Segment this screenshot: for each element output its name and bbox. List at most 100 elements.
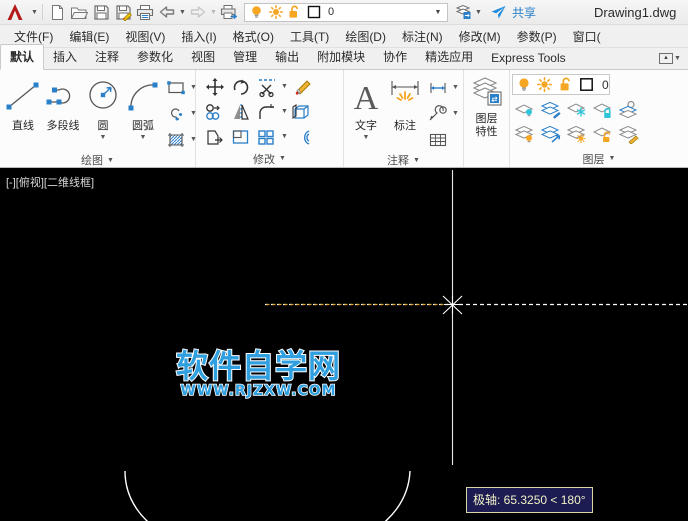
- tab-view[interactable]: 视图: [182, 45, 224, 69]
- array-grid-icon[interactable]: [254, 125, 280, 149]
- leader-dropdown-caret[interactable]: ▼: [451, 110, 460, 117]
- menu-format[interactable]: 格式(O): [225, 26, 282, 47]
- plot-preview-button[interactable]: [218, 1, 240, 23]
- array-dropdown-caret[interactable]: ▼: [280, 133, 289, 140]
- menu-window[interactable]: 窗口(: [565, 26, 609, 47]
- circle-dropdown-caret[interactable]: ▼: [100, 134, 107, 141]
- menu-edit[interactable]: 编辑(E): [61, 26, 117, 47]
- layer-isolate-icon[interactable]: [538, 97, 564, 121]
- hatch-tool[interactable]: [163, 128, 189, 152]
- circle-tool[interactable]: 圆 ▼: [83, 74, 123, 141]
- menu-insert[interactable]: 插入(I): [173, 26, 224, 47]
- text-tool[interactable]: A 文字 ▼: [347, 74, 385, 141]
- sun-freeze-icon[interactable]: [266, 4, 285, 21]
- layer-dropdown-caret[interactable]: ▼: [474, 1, 483, 23]
- autocad-a-icon[interactable]: [0, 3, 30, 21]
- layer-unlock-icon[interactable]: [590, 121, 616, 145]
- layer-off-icon[interactable]: [512, 97, 538, 121]
- open-folder-button[interactable]: [68, 1, 90, 23]
- layer-properties-button[interactable]: [452, 1, 474, 23]
- panel-annotation-title[interactable]: 注释 ▼: [344, 152, 463, 168]
- layer-lock-icon[interactable]: [590, 97, 616, 121]
- menu-parametric[interactable]: 参数(P): [509, 26, 565, 47]
- explode-box-icon[interactable]: [289, 100, 315, 124]
- tab-addins[interactable]: 附加模块: [308, 45, 374, 69]
- polyline-tool[interactable]: 多段线: [43, 74, 83, 133]
- move-arrows-icon[interactable]: [202, 75, 228, 99]
- tab-featured-apps[interactable]: 精选应用: [416, 45, 482, 69]
- redo-dropdown-caret[interactable]: ▼: [209, 1, 218, 23]
- dim-style-icon[interactable]: [425, 76, 451, 100]
- new-file-button[interactable]: [46, 1, 68, 23]
- rotate-icon[interactable]: [228, 75, 254, 99]
- tab-collaborate[interactable]: 协作: [374, 45, 416, 69]
- menu-draw[interactable]: 绘图(D): [337, 26, 394, 47]
- minimize-ribbon-caret[interactable]: ▼: [673, 47, 682, 69]
- menu-tools[interactable]: 工具(T): [282, 26, 337, 47]
- panel-modify-title[interactable]: 修改 ▼: [196, 150, 343, 167]
- layer-thaw-all-icon[interactable]: [564, 121, 590, 145]
- text-dropdown-caret[interactable]: ▼: [363, 134, 370, 141]
- save-button[interactable]: [90, 1, 112, 23]
- tab-parametric[interactable]: 参数化: [128, 45, 182, 69]
- layer-unisolate-icon[interactable]: [538, 121, 564, 145]
- layer-turn-all-on-icon[interactable]: [512, 121, 538, 145]
- layer-make-current-icon[interactable]: [616, 97, 642, 121]
- redo-arrow-button[interactable]: [187, 1, 209, 23]
- layer-match-icon[interactable]: [616, 121, 642, 145]
- minimize-ribbon-icon[interactable]: ▲: [659, 53, 673, 64]
- tab-output[interactable]: 输出: [266, 45, 308, 69]
- undo-dropdown-caret[interactable]: ▼: [178, 1, 187, 23]
- table-icon[interactable]: [425, 128, 451, 152]
- panel-annotation-caret[interactable]: ▼: [413, 157, 420, 164]
- line-tool[interactable]: 直线: [3, 74, 43, 133]
- color-swatch-icon[interactable]: [304, 4, 323, 21]
- leader-icon[interactable]: [425, 102, 451, 126]
- revision-cloud-tool[interactable]: [163, 102, 189, 126]
- undo-arrow-button[interactable]: [156, 1, 178, 23]
- stretch-icon[interactable]: [202, 125, 228, 149]
- tab-express-tools[interactable]: Express Tools: [482, 48, 574, 69]
- tab-manage[interactable]: 管理: [224, 45, 266, 69]
- share-paperplane-icon[interactable]: [487, 1, 509, 23]
- panel-modify-caret[interactable]: ▼: [279, 155, 286, 162]
- trim-dropdown-caret[interactable]: ▼: [280, 83, 289, 90]
- fillet-icon[interactable]: [254, 100, 280, 124]
- unlock-padlock-icon[interactable]: [285, 4, 304, 21]
- layer-properties-stack-icon[interactable]: [470, 74, 504, 113]
- offset-icon[interactable]: [289, 125, 315, 149]
- panel-layers-title[interactable]: 图层 ▼: [510, 150, 688, 167]
- drawing-canvas[interactable]: [-][俯视][二维线框] 软件自学网 WWW.RJZXW.: [0, 168, 688, 521]
- layer-freeze-icon[interactable]: [564, 97, 590, 121]
- tab-insert[interactable]: 插入: [44, 45, 86, 69]
- lightbulb-on-icon[interactable]: [247, 4, 266, 21]
- share-label[interactable]: 共享: [512, 4, 536, 21]
- menu-dimension[interactable]: 标注(N): [394, 26, 451, 47]
- panel-layers-caret[interactable]: ▼: [609, 155, 616, 162]
- menu-modify[interactable]: 修改(M): [451, 26, 509, 47]
- erase-pencil-icon[interactable]: [289, 75, 315, 99]
- save-as-button[interactable]: [112, 1, 134, 23]
- unlock-padlock-icon[interactable]: [555, 75, 576, 94]
- mirror-icon[interactable]: [228, 100, 254, 124]
- dimension-tool[interactable]: 标注: [385, 74, 425, 133]
- trim-scissors-icon[interactable]: [254, 75, 280, 99]
- sun-freeze-icon[interactable]: [534, 75, 555, 94]
- arc-tool[interactable]: 圆弧 ▼: [123, 74, 163, 141]
- menu-view[interactable]: 视图(V): [117, 26, 173, 47]
- lightbulb-on-icon[interactable]: [513, 75, 534, 94]
- copy-objects-icon[interactable]: [202, 100, 228, 124]
- quick-layer-control[interactable]: 0 ▼: [244, 3, 448, 22]
- color-swatch-icon[interactable]: [576, 75, 597, 94]
- tab-home[interactable]: 默认: [0, 44, 44, 70]
- panel-draw-caret[interactable]: ▼: [107, 157, 114, 164]
- panel-draw-title[interactable]: 绘图 ▼: [0, 152, 195, 168]
- fillet-dropdown-caret[interactable]: ▼: [280, 108, 289, 115]
- qat-customize-caret[interactable]: ▼: [30, 1, 39, 23]
- arc-dropdown-caret[interactable]: ▼: [140, 134, 147, 141]
- tab-annotate[interactable]: 注释: [86, 45, 128, 69]
- plot-printer-button[interactable]: [134, 1, 156, 23]
- rectangle-tool[interactable]: [163, 76, 189, 100]
- scale-icon[interactable]: [228, 125, 254, 149]
- current-layer-display[interactable]: 0: [512, 74, 610, 95]
